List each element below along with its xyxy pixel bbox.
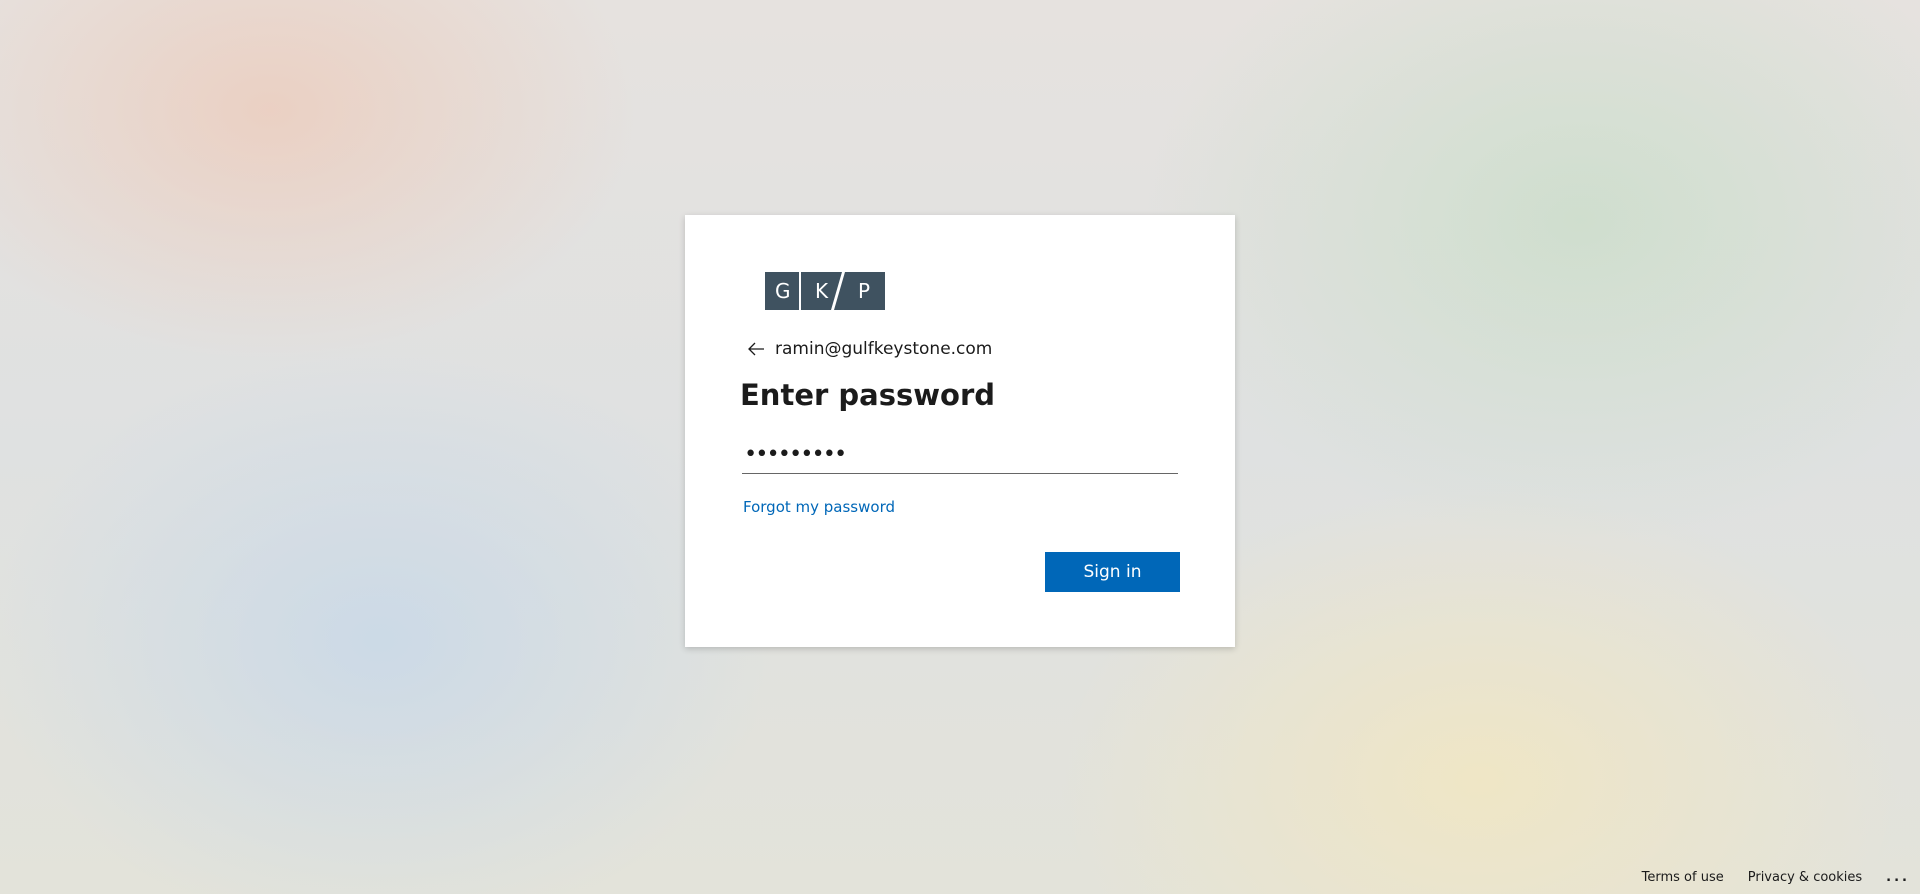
sign-in-card: G K P ramin@gulfkeystone.com Enter passw… [685,215,1235,647]
identity-email: ramin@gulfkeystone.com [775,339,993,359]
back-button[interactable] [745,337,769,361]
company-logo: G K P [765,272,885,310]
password-input[interactable] [742,436,1178,474]
logo-letter-p: P [858,279,871,303]
forgot-password-link[interactable]: Forgot my password [743,498,895,516]
logo-letter-k: K [815,279,829,303]
logo-letter-g: G [775,279,791,303]
footer: Terms of use Privacy & cookies ... [1618,870,1910,885]
arrow-left-icon [748,342,764,356]
identity-banner: ramin@gulfkeystone.com [745,337,992,361]
more-options-button[interactable]: ... [1886,870,1910,885]
privacy-link[interactable]: Privacy & cookies [1748,870,1862,885]
page-title: Enter password [740,378,996,412]
terms-link[interactable]: Terms of use [1642,870,1724,885]
sign-in-button[interactable]: Sign in [1045,552,1180,592]
